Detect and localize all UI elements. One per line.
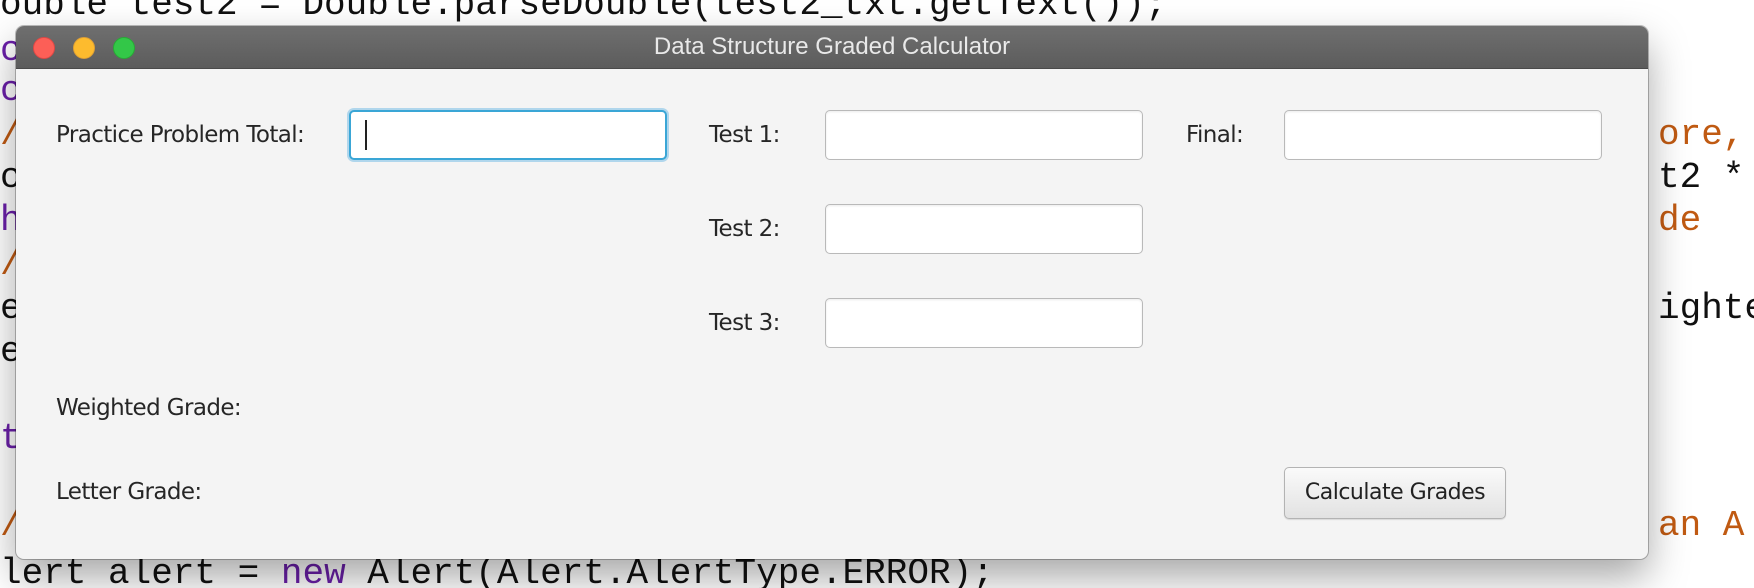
code-fragment: t2 * [1658,157,1745,198]
title-bar[interactable]: Data Structure Graded Calculator [16,26,1648,69]
final-input[interactable] [1284,110,1602,160]
test3-input[interactable] [825,298,1143,348]
code-fragment: ighte [1658,288,1754,329]
code-fragment: ore, [1658,114,1745,155]
window-title: Data Structure Graded Calculator [653,33,1011,60]
test3-label: Test 3: [709,310,780,336]
code-line-top: ouble test2 = Double.parseDouble(test2_t… [0,0,1167,25]
final-label: Final: [1186,122,1244,148]
test1-label: Test 1: [709,122,780,148]
test1-input[interactable] [825,110,1143,160]
code-fragment: de [1658,200,1702,241]
calculator-window: Data Structure Graded Calculator Practic… [16,26,1648,559]
practice-problem-total-label: Practice Problem Total: [56,122,305,148]
weighted-grade-label: Weighted Grade: [56,395,242,421]
letter-grade-label: Letter Grade: [56,479,202,505]
practice-problem-total-input[interactable] [349,110,667,160]
text-caret [365,120,367,150]
test2-input[interactable] [825,204,1143,254]
code-fragment: an A [1658,505,1745,546]
calculate-grades-button[interactable]: Calculate Grades [1284,467,1506,519]
test2-label: Test 2: [709,216,780,242]
